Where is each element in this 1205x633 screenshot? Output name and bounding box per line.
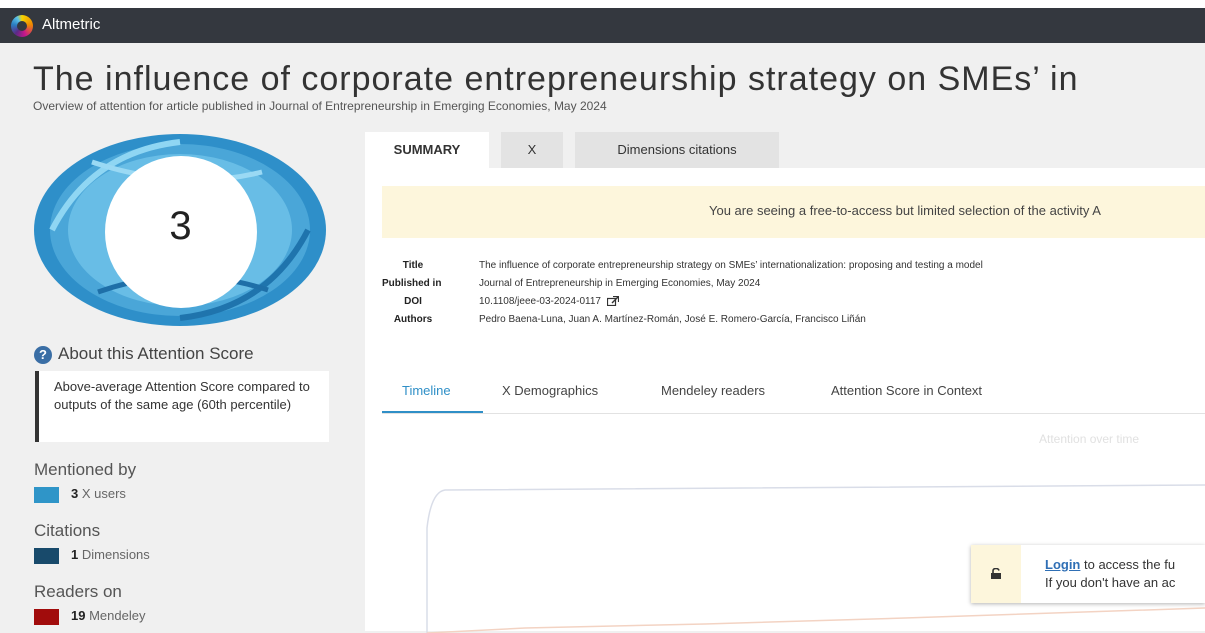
active-tab-underline: [382, 411, 483, 413]
readers-mendeley[interactable]: 19 Mendeley: [34, 608, 146, 625]
tab-x[interactable]: X: [501, 132, 563, 168]
x-users-swatch: [34, 486, 59, 503]
doi-value: 10.1108/jeee-03-2024-0117: [479, 296, 601, 307]
altmetric-logo-icon[interactable]: [11, 15, 33, 37]
app-name[interactable]: Altmetric: [42, 16, 100, 33]
question-circle-icon: ?: [34, 345, 52, 364]
mendeley-label: Mendeley: [89, 608, 146, 623]
subtab-x-demographics[interactable]: X Demographics: [502, 383, 598, 398]
about-score-box: Above-average Attention Score compared t…: [35, 371, 329, 442]
subtab-mendeley-readers[interactable]: Mendeley readers: [661, 383, 765, 398]
login-line1-rest: to access the fu: [1080, 557, 1176, 572]
published-label: Published in: [382, 278, 442, 289]
published-value: Journal of Entrepreneurship in Emerging …: [479, 278, 761, 289]
doi-label: DOI: [404, 296, 422, 307]
title-label: Title: [402, 260, 424, 271]
readers-heading: Readers on: [34, 582, 122, 601]
mendeley-count: 19: [71, 608, 86, 623]
access-notice-text: You are seeing a free-to-access but limi…: [709, 203, 1101, 218]
title-value: The influence of corporate entrepreneurs…: [479, 260, 983, 271]
dimensions-label: Dimensions: [81, 547, 150, 562]
about-score-label: About this Attention Score: [58, 344, 254, 363]
attention-score: 3: [169, 204, 192, 248]
summary-panel: You are seeing a free-to-access but limi…: [365, 168, 1205, 633]
mentioned-by-heading: Mentioned by: [34, 460, 137, 479]
subtab-attention-score-context[interactable]: Attention Score in Context: [831, 383, 982, 398]
login-prompt: Login to access the fu If you don't have…: [971, 545, 1205, 603]
chart-title: Attention over time: [1039, 432, 1140, 446]
authors-label: Authors: [393, 314, 433, 325]
access-notice: You are seeing a free-to-access but limi…: [382, 186, 1205, 238]
attention-donut[interactable]: 3: [32, 132, 329, 328]
top-bar: Altmetric: [0, 0, 1205, 43]
tab-summary[interactable]: SUMMARY: [365, 132, 489, 168]
mention-x-users[interactable]: 3 X users: [34, 486, 126, 503]
page-subtitle: Overview of attention for article publis…: [33, 99, 607, 113]
dimensions-swatch: [34, 547, 59, 564]
login-line1: Login to access the fu: [1045, 557, 1175, 572]
citations-dimensions[interactable]: 1 Dimensions: [34, 547, 150, 564]
about-score-heading[interactable]: ? About this Attention Score: [34, 344, 254, 364]
x-users-count: 3: [71, 486, 79, 501]
tab-dimensions-citations[interactable]: Dimensions citations: [575, 132, 779, 168]
login-link[interactable]: Login: [1045, 557, 1080, 572]
citations-heading: Citations: [34, 521, 101, 540]
x-users-label: X users: [81, 486, 126, 501]
detail-tabs: Timeline X Demographics Mendeley readers…: [382, 376, 1205, 414]
dimensions-count: 1: [71, 547, 79, 562]
mendeley-swatch: [34, 608, 59, 625]
doi-link[interactable]: 10.1108/jeee-03-2024-0117: [479, 296, 619, 307]
chart-line-readers: [426, 607, 1205, 633]
subtab-timeline[interactable]: Timeline: [402, 383, 451, 398]
external-link-icon: [606, 296, 619, 307]
login-line2: If you don't have an ac: [1045, 575, 1176, 590]
lock-icon: [991, 568, 1001, 579]
lock-area: [971, 545, 1021, 603]
page-title: The influence of corporate entrepreneurs…: [33, 60, 1079, 98]
authors-value: Pedro Baena-Luna, Juan A. Martínez-Román…: [479, 314, 866, 325]
